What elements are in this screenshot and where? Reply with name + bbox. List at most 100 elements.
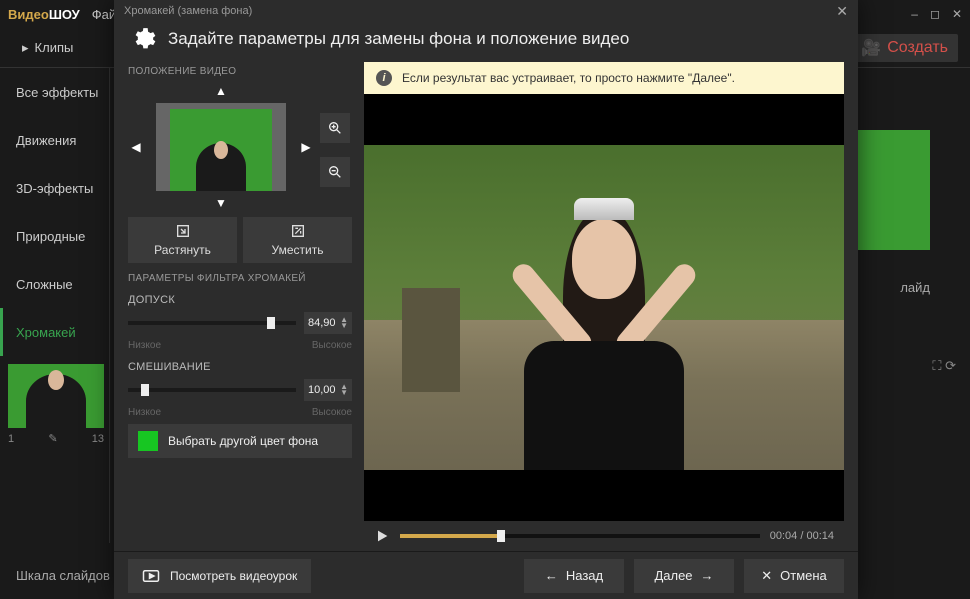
pick-bg-color-button[interactable]: Выбрать другой цвет фона (128, 424, 352, 458)
filter-section-label: ПАРАМЕТРЫ ФИЛЬТРА ХРОМАКЕЙ (128, 273, 352, 284)
brand-logo: ВидеоШОУ (8, 7, 80, 22)
zoom-in-button[interactable] (320, 113, 350, 143)
fit-buttons-row: Растянуть Уместить (128, 217, 352, 263)
spinner-arrows-icon[interactable]: ▲▼ (340, 384, 348, 396)
video-icon (142, 569, 160, 583)
time-current: 00:04 (770, 530, 798, 542)
bg-color-swatch (138, 431, 158, 451)
next-button[interactable]: Далее → (634, 559, 734, 593)
create-button[interactable]: 🎥 Создать (851, 34, 958, 62)
head-graphic (572, 219, 636, 299)
arrow-down-button[interactable]: ▼ (215, 196, 227, 210)
bg-tower-graphic (402, 288, 460, 392)
clips-button[interactable]: ▸ Клипы (12, 33, 83, 63)
clip-info: 1 ✎ 13 (8, 432, 104, 445)
woman-graphic (460, 178, 748, 470)
clip-index: 1 (8, 433, 14, 445)
dialog-titlebar: Хромакей (замена фона) ✕ (114, 0, 858, 22)
zoom-column (320, 107, 350, 187)
tutorial-label: Посмотреть видеоурок (170, 569, 297, 583)
blend-sublabels: Низкое Высокое (128, 407, 352, 418)
progress-bar[interactable] (400, 534, 760, 538)
stretch-label: Растянуть (154, 243, 211, 257)
zoom-out-button[interactable] (320, 157, 350, 187)
arrow-right-button[interactable]: ▶ (301, 140, 310, 154)
progress-fill (400, 534, 501, 538)
right-slide-label: лайд (900, 280, 930, 295)
crown-graphic (574, 198, 634, 220)
tolerance-spinner[interactable]: 84,90 ▲▼ (304, 312, 352, 334)
dialog-body: ПОЛОЖЕНИЕ ВИДЕО ▲ ◀ ▶ ▼ (114, 62, 858, 551)
arrow-left-button[interactable]: ◀ (131, 140, 140, 154)
gear-icon (130, 26, 156, 52)
blend-low: Низкое (128, 407, 161, 418)
tolerance-sublabels: Низкое Высокое (128, 340, 352, 351)
back-button[interactable]: ← Назад (524, 559, 624, 593)
fit-screen-icon[interactable]: ⛶ ⟳ (932, 358, 956, 374)
stretch-button[interactable]: Растянуть (128, 217, 237, 263)
effects-sidebar: Все эффекты Движения 3D-эффекты Природны… (0, 68, 110, 543)
sidebar-item-complex[interactable]: Сложные (0, 260, 109, 308)
clips-label: Клипы (35, 40, 74, 55)
blend-thumb[interactable] (141, 384, 149, 396)
position-section-label: ПОЛОЖЕНИЕ ВИДЕО (128, 66, 352, 77)
blend-value: 10,00 (308, 384, 336, 396)
tolerance-slider[interactable] (128, 321, 296, 325)
tolerance-value: 84,90 (308, 317, 336, 329)
position-preview[interactable] (156, 103, 286, 191)
dialog-window-title: Хромакей (замена фона) (124, 5, 252, 17)
arrow-up-button[interactable]: ▲ (215, 84, 227, 98)
menu-file[interactable]: Фай (92, 7, 116, 22)
close-button[interactable]: ✕ (952, 7, 962, 21)
dialog-close-button[interactable]: ✕ (836, 3, 848, 20)
spinner-arrows-icon[interactable]: ▲▼ (340, 317, 348, 329)
minimize-button[interactable]: – (911, 7, 918, 21)
chromakey-dialog: Хромакей (замена фона) ✕ Задайте парамет… (114, 0, 858, 599)
timecode: 00:04 / 00:14 (770, 530, 834, 542)
sidebar-item-chromakey[interactable]: Хромакей (0, 308, 109, 356)
tolerance-high: Высокое (312, 340, 352, 351)
clip-thumbnail[interactable] (8, 364, 104, 428)
preview-head (214, 141, 228, 159)
progress-thumb[interactable] (497, 530, 505, 542)
fit-icon (290, 223, 306, 239)
dialog-header: Задайте параметры для замены фона и поло… (114, 22, 858, 62)
stretch-icon (175, 223, 191, 239)
cancel-button[interactable]: ✕ Отмена (744, 559, 844, 593)
composite-graphic (364, 145, 844, 470)
blend-high: Высокое (312, 407, 352, 418)
tolerance-thumb[interactable] (267, 317, 275, 329)
video-preview (364, 94, 844, 521)
arrow-right-icon: → (701, 568, 714, 583)
maximize-button[interactable]: ◻ (930, 7, 940, 21)
preview-panel: i Если результат вас устраивает, то прос… (364, 62, 844, 551)
back-label: Назад (566, 568, 603, 583)
sidebar-item-nature[interactable]: Природные (0, 212, 109, 260)
tolerance-row: 84,90 ▲▼ (128, 312, 352, 334)
player-bar: 00:04 / 00:14 (364, 521, 844, 551)
info-text: Если результат вас устраивает, то просто… (402, 71, 735, 85)
fit-label: Уместить (272, 243, 324, 257)
sidebar-item-all[interactable]: Все эффекты (0, 68, 109, 116)
dialog-footer: Посмотреть видеоурок ← Назад Далее → ✕ О… (114, 551, 858, 599)
blend-spinner[interactable]: 10,00 ▲▼ (304, 379, 352, 401)
blend-slider[interactable] (128, 388, 296, 392)
tutorial-button[interactable]: Посмотреть видеоурок (128, 559, 311, 593)
play-button[interactable] (374, 528, 390, 544)
sidebar-item-motion[interactable]: Движения (0, 116, 109, 164)
edit-icon[interactable]: ✎ (48, 432, 57, 445)
settings-panel: ПОЛОЖЕНИЕ ВИДЕО ▲ ◀ ▶ ▼ (128, 62, 352, 551)
body-graphic (524, 341, 684, 470)
clip-number: 13 (92, 433, 104, 445)
blend-label: СМЕШИВАНИЕ (128, 361, 352, 373)
play-icon: ▸ (22, 40, 29, 56)
sidebar-item-3d[interactable]: 3D-эффекты (0, 164, 109, 212)
position-preview-inner (170, 109, 272, 191)
timeline-label: Шкала слайдов (16, 568, 110, 583)
close-icon: ✕ (761, 568, 772, 584)
create-label: Создать (887, 39, 948, 57)
fit-button[interactable]: Уместить (243, 217, 352, 263)
arrow-left-icon: ← (545, 568, 558, 583)
position-grid: ▲ ◀ ▶ ▼ (128, 83, 352, 211)
info-icon: i (376, 70, 392, 86)
